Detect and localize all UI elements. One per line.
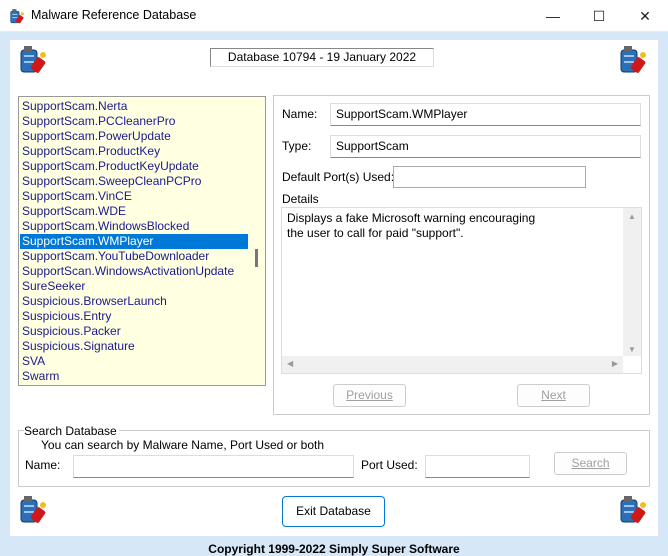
search-port-input[interactable] <box>425 455 530 478</box>
logo-icon <box>16 492 50 526</box>
logo-icon <box>616 42 650 76</box>
window-title: Malware Reference Database <box>31 8 197 22</box>
list-item[interactable]: SupportScam.YouTubeDownloader <box>20 249 248 264</box>
exit-database-button[interactable]: Exit Database <box>282 496 385 527</box>
name-label: Name: <box>282 107 318 121</box>
scroll-up-icon[interactable]: ▲ <box>628 212 636 221</box>
list-item[interactable]: SupportScam.WindowsBlocked <box>20 219 248 234</box>
maximize-button[interactable]: ☐ <box>576 0 622 32</box>
details-vertical-scrollbar[interactable]: ▲ ▼ <box>623 208 641 356</box>
type-label: Type: <box>282 139 312 153</box>
list-item[interactable]: SupportScam.ProductKey <box>20 144 248 159</box>
list-item[interactable]: SupportScan.WindowsActivationUpdate <box>20 264 248 279</box>
copyright: Copyright 1999-2022 Simply Super Softwar… <box>208 542 460 556</box>
list-item[interactable]: SupportScam.PowerUpdate <box>20 129 248 144</box>
list-item[interactable]: Suspicious.BrowserLaunch <box>20 294 248 309</box>
next-button[interactable]: Next <box>517 384 590 407</box>
details-label: Details <box>282 192 319 206</box>
search-name-input[interactable] <box>73 455 354 478</box>
scroll-left-icon[interactable]: ◀ <box>287 359 293 368</box>
list-item[interactable]: SureSeeker <box>20 279 248 294</box>
type-field[interactable]: SupportScam <box>330 135 641 158</box>
close-button[interactable]: ✕ <box>622 0 668 32</box>
details-text: Displays a fake Microsoft warning encour… <box>287 211 536 240</box>
scroll-down-icon[interactable]: ▼ <box>628 345 636 354</box>
list-item[interactable]: SupportScam.PCCleanerPro <box>20 114 248 129</box>
port-field[interactable] <box>393 166 586 188</box>
database-version: Database 10794 - 19 January 2022 <box>210 48 434 67</box>
list-item[interactable]: Suspicious.Entry <box>20 309 248 324</box>
previous-button[interactable]: Previous <box>333 384 406 407</box>
list-item[interactable]: SupportScam.ProductKeyUpdate <box>20 159 248 174</box>
list-item[interactable]: Suspicious.Packer <box>20 324 248 339</box>
list-item[interactable]: Suspicious.Signature <box>20 339 248 354</box>
search-group-label: Search Database <box>24 424 119 438</box>
malware-list[interactable]: SupportScam.Nerta SupportScam.PCCleanerPr… <box>18 96 266 386</box>
title-bar: Malware Reference Database — ☐ ✕ <box>0 0 668 32</box>
logo-icon <box>16 42 50 76</box>
logo-icon <box>616 492 650 526</box>
search-button[interactable]: Search <box>554 452 627 475</box>
search-hint: You can search by Malware Name, Port Use… <box>41 438 325 452</box>
list-item[interactable]: SupportScam.Nerta <box>20 99 248 114</box>
list-item[interactable]: SVA <box>20 354 248 369</box>
list-item[interactable]: SupportScam.SweepCleanPCPro <box>20 174 248 189</box>
minimize-button[interactable]: — <box>530 0 576 32</box>
scroll-right-icon[interactable]: ▶ <box>612 359 618 368</box>
details-horizontal-scrollbar[interactable]: ◀ ▶ <box>282 356 623 373</box>
search-name-label: Name: <box>25 458 61 472</box>
app-icon <box>8 7 26 25</box>
details-textarea[interactable]: Displays a fake Microsoft warning encour… <box>281 207 642 374</box>
list-scrollbar[interactable] <box>248 97 265 385</box>
list-item[interactable]: SupportScam.WMPlayer <box>20 234 248 249</box>
scrollbar-thumb[interactable] <box>255 249 258 267</box>
name-field[interactable]: SupportScam.WMPlayer <box>330 103 641 126</box>
port-label: Default Port(s) Used: <box>282 170 395 184</box>
list-item[interactable]: SupportScam.WDE <box>20 204 248 219</box>
list-item[interactable]: Swarm <box>20 369 248 384</box>
search-port-label: Port Used: <box>361 458 418 472</box>
list-item[interactable]: SupportScam.VinCE <box>20 189 248 204</box>
